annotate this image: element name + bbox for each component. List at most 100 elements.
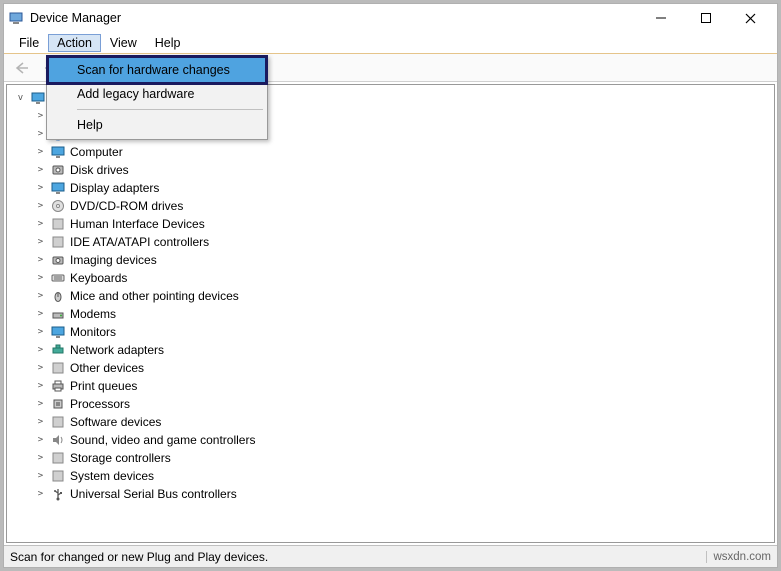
cpu-icon xyxy=(50,396,66,412)
tree-node-label: System devices xyxy=(70,469,154,483)
expand-icon[interactable]: > xyxy=(35,111,46,122)
tree-node[interactable]: > DVD/CD-ROM drives xyxy=(15,197,774,215)
minimize-button[interactable] xyxy=(638,4,683,32)
tree-node-label: Human Interface Devices xyxy=(70,217,205,231)
device-tree-panel: v>>Bluetooth>Computer>Disk drives>Displa… xyxy=(6,84,775,543)
monitor-icon xyxy=(50,324,66,340)
ide-icon xyxy=(50,234,66,250)
maximize-button[interactable] xyxy=(683,4,728,32)
software-icon xyxy=(50,414,66,430)
tree-node[interactable]: > Other devices xyxy=(15,359,774,377)
tree-node-label: Display adapters xyxy=(70,181,159,195)
expand-icon[interactable]: > xyxy=(35,273,46,284)
menu-file[interactable]: File xyxy=(10,34,48,52)
monitor-icon xyxy=(50,180,66,196)
tree-node[interactable]: > IDE ATA/ATAPI controllers xyxy=(15,233,774,251)
tree-node[interactable]: > Print queues xyxy=(15,377,774,395)
expand-icon[interactable]: > xyxy=(35,381,46,392)
tree-node-label: Imaging devices xyxy=(70,253,157,267)
tree-node-label: Mice and other pointing devices xyxy=(70,289,239,303)
expand-icon[interactable]: > xyxy=(35,489,46,500)
tree-node[interactable]: > Mice and other pointing devices xyxy=(15,287,774,305)
tree-node[interactable]: > Monitors xyxy=(15,323,774,341)
tree-node[interactable]: > Storage controllers xyxy=(15,449,774,467)
menu-view[interactable]: View xyxy=(101,34,146,52)
expand-icon[interactable]: > xyxy=(35,345,46,356)
expand-icon[interactable]: > xyxy=(35,399,46,410)
tree-node-label: IDE ATA/ATAPI controllers xyxy=(70,235,209,249)
camera-icon xyxy=(50,252,66,268)
tree-node-label: Software devices xyxy=(70,415,161,429)
window-controls xyxy=(638,4,773,32)
expand-icon[interactable]: > xyxy=(35,147,46,158)
tree-node[interactable]: > Network adapters xyxy=(15,341,774,359)
expand-icon[interactable]: > xyxy=(35,129,46,140)
tree-node-label: Monitors xyxy=(70,325,116,339)
menu-scan-hardware[interactable]: Scan for hardware changes xyxy=(49,58,265,82)
device-tree[interactable]: v>>Bluetooth>Computer>Disk drives>Displa… xyxy=(7,85,774,507)
tree-node[interactable]: > Universal Serial Bus controllers xyxy=(15,485,774,503)
printer-icon xyxy=(50,378,66,394)
status-text: Scan for changed or new Plug and Play de… xyxy=(10,550,268,564)
tree-node[interactable]: > Sound, video and game controllers xyxy=(15,431,774,449)
expand-icon[interactable]: v xyxy=(15,93,26,104)
expand-icon[interactable]: > xyxy=(35,435,46,446)
tree-node[interactable]: > Imaging devices xyxy=(15,251,774,269)
tree-node[interactable]: >Modems xyxy=(15,305,774,323)
cd-icon xyxy=(50,198,66,214)
tree-node[interactable]: > Human Interface Devices xyxy=(15,215,774,233)
menu-action[interactable]: Action xyxy=(48,34,101,52)
expand-icon[interactable]: > xyxy=(35,219,46,230)
menu-help[interactable]: Help xyxy=(146,34,190,52)
tree-node-label: DVD/CD-ROM drives xyxy=(70,199,183,213)
expand-icon[interactable]: > xyxy=(35,165,46,176)
back-button[interactable] xyxy=(10,57,34,79)
action-dropdown: Scan for hardware changes Add legacy har… xyxy=(46,55,268,140)
tree-node-label: Sound, video and game controllers xyxy=(70,433,255,447)
expand-icon[interactable]: > xyxy=(35,201,46,212)
other-icon xyxy=(50,360,66,376)
tree-node[interactable]: > Processors xyxy=(15,395,774,413)
device-manager-window: Device Manager File Action View Help v>>… xyxy=(3,3,778,568)
tree-node[interactable]: >Disk drives xyxy=(15,161,774,179)
disk-icon xyxy=(50,162,66,178)
mouse-icon xyxy=(50,288,66,304)
expand-icon[interactable]: > xyxy=(35,309,46,320)
app-icon xyxy=(8,10,24,26)
system-icon xyxy=(50,468,66,484)
expand-icon[interactable]: > xyxy=(35,291,46,302)
tree-node-label: Universal Serial Bus controllers xyxy=(70,487,237,501)
tree-node[interactable]: > Keyboards xyxy=(15,269,774,287)
tree-node-label: Other devices xyxy=(70,361,144,375)
menu-separator xyxy=(77,109,263,110)
tree-node-label: Network adapters xyxy=(70,343,164,357)
expand-icon[interactable]: > xyxy=(35,183,46,194)
expand-icon[interactable]: > xyxy=(35,471,46,482)
expand-icon[interactable]: > xyxy=(35,327,46,338)
computer-icon xyxy=(30,90,46,106)
menu-add-legacy[interactable]: Add legacy hardware xyxy=(49,82,265,106)
storage-icon xyxy=(50,450,66,466)
tree-node-label: Processors xyxy=(70,397,130,411)
tree-node-label: Keyboards xyxy=(70,271,127,285)
tree-node[interactable]: > System devices xyxy=(15,467,774,485)
monitor-icon xyxy=(50,144,66,160)
expand-icon[interactable]: > xyxy=(35,363,46,374)
tree-node[interactable]: > Computer xyxy=(15,143,774,161)
expand-icon[interactable]: > xyxy=(35,255,46,266)
expand-icon[interactable]: > xyxy=(35,417,46,428)
expand-icon[interactable]: > xyxy=(35,453,46,464)
attribution: wsxdn.com xyxy=(706,551,771,563)
close-button[interactable] xyxy=(728,4,773,32)
hid-icon xyxy=(50,216,66,232)
menu-help-item[interactable]: Help xyxy=(49,113,265,137)
tree-node[interactable]: > Display adapters xyxy=(15,179,774,197)
tree-node-label: Computer xyxy=(70,145,123,159)
tree-node-label: Print queues xyxy=(70,379,137,393)
tree-node-label: Storage controllers xyxy=(70,451,171,465)
network-icon xyxy=(50,342,66,358)
sound-icon xyxy=(50,432,66,448)
tree-node[interactable]: > Software devices xyxy=(15,413,774,431)
menubar: File Action View Help xyxy=(4,32,777,54)
expand-icon[interactable]: > xyxy=(35,237,46,248)
